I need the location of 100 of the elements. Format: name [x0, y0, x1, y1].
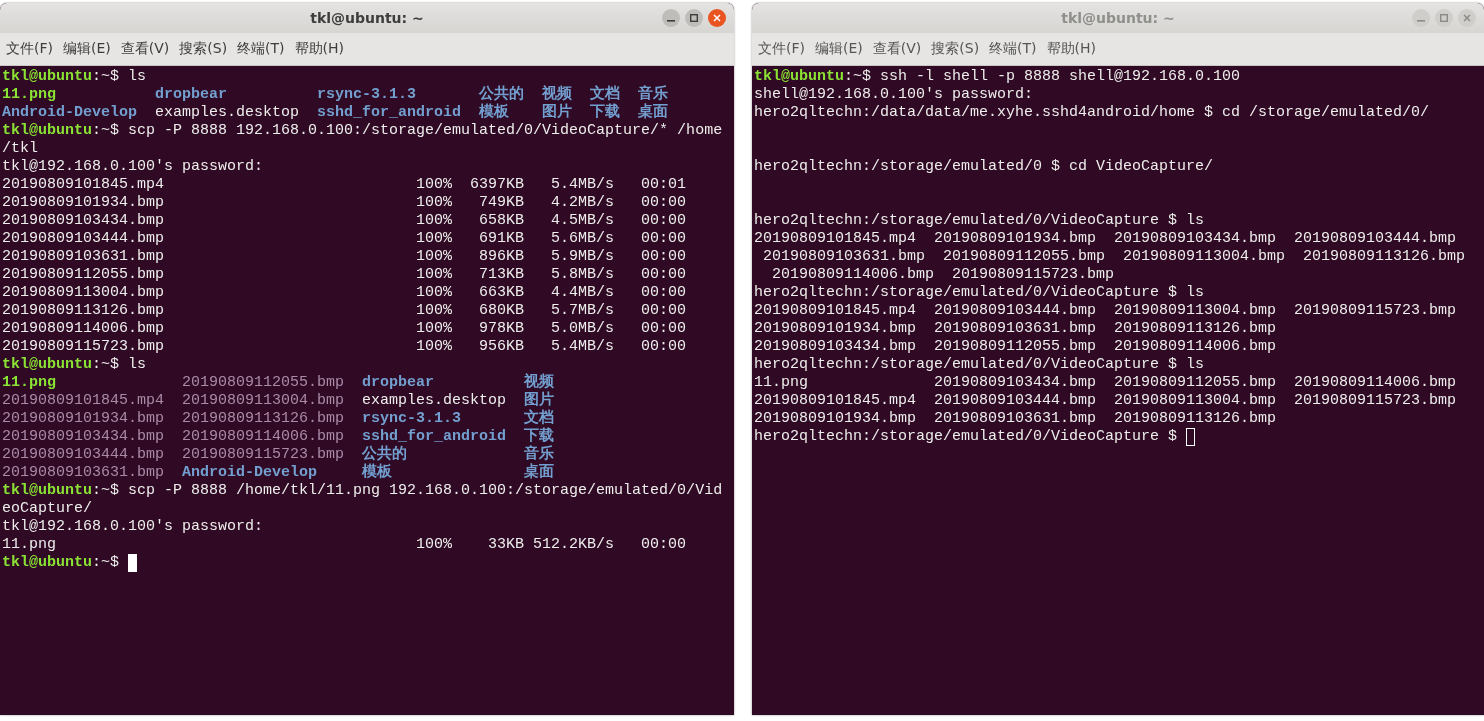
transfer-percent: 100% [416, 212, 453, 230]
directory-name: 图片 [542, 104, 573, 122]
directory-name: dropbear [155, 86, 229, 104]
directory-name: Android-Develop [182, 464, 319, 482]
transfer-size: 691KB [478, 230, 525, 248]
menu-item[interactable]: 终端(T) [237, 38, 285, 60]
file-name: 20190809113126.bmp [2, 302, 166, 320]
transfer-percent: 100% [416, 230, 453, 248]
directory-name: 文档 [524, 410, 555, 427]
file-name: 20190809101845.mp4 [2, 392, 165, 410]
close-icon [713, 14, 721, 22]
transfer-rate: 5.8MB/s [550, 266, 615, 284]
prompt-line: tkl@ubuntu:~$ ls [2, 68, 148, 86]
output-line: shell@192.168.0.100's password: [754, 86, 1034, 103]
directory-name: rsync-3.1.3 [362, 410, 463, 428]
output-line: 20190809101845.mp4 20190809103444.bmp 20190809113004.bmp 20190809115723.bmp [754, 302, 1457, 319]
file-name: 20190809114006.bmp [2, 320, 166, 338]
file-name: 20190809103434.bmp [2, 212, 166, 230]
transfer-time: 00:00 [640, 320, 687, 338]
menu-item[interactable]: 查看(V) [120, 38, 170, 60]
transfer-rate: 4.2MB/s [550, 194, 615, 212]
file-name: 20190809113004.bmp [182, 392, 345, 410]
directory-name: 音乐 [638, 86, 669, 103]
transfer-rate: 5.6MB/s [550, 230, 615, 248]
directory-name: 文档 [590, 86, 621, 103]
output-line: tkl@192.168.0.100's password: [2, 158, 264, 175]
file-name: 20190809103434.bmp [2, 428, 165, 446]
transfer-rate: 4.5MB/s [550, 212, 615, 230]
file-name: 20190809112055.bmp [2, 266, 166, 284]
prompt-line: tkl@ubuntu:~$ ssh -l shell -p 8888 shell@192.168.0.100 [754, 68, 1242, 86]
output-line: 20190809101845.mp4 20190809101934.bmp 20190809103434.bmp 20190809103444.bmp [754, 230, 1457, 247]
menu-item[interactable]: 文件(F) [6, 38, 53, 60]
window-title: tkl@ubuntu: ~ [310, 10, 424, 26]
transfer-size: 749KB [478, 194, 525, 212]
prompt-line: tkl@ubuntu:~$ scp -P 8888 192.168.0.100:/storage/emulated/0/VideoCapture/* /home [2, 122, 724, 140]
directory-name: sshd_for_android [362, 428, 507, 445]
directory-name: dropbear [362, 374, 436, 392]
close-icon [1463, 14, 1471, 22]
directory-name: 公共的 [362, 446, 409, 463]
transfer-percent: 100% [416, 284, 453, 302]
file-name: 20190809101845.mp4 [2, 176, 166, 194]
transfer-percent: 100% [416, 248, 453, 266]
close-button[interactable] [708, 9, 726, 27]
file-name: 20190809115723.bmp [2, 338, 166, 356]
directory-name: rsync-3.1.3 [317, 86, 418, 104]
directory-name: 视频 [542, 86, 573, 103]
prompt-line: tkl@ubuntu:~$ scp -P 8888 /home/tkl/11.png 192.168.0.100:/storage/emulated/0/Vid [2, 482, 724, 500]
transfer-rate: 4.4MB/s [550, 284, 615, 302]
transfer-time: 00:00 [640, 338, 687, 356]
transfer-rate: 5.9MB/s [550, 248, 615, 266]
menu-item[interactable]: 帮助(H) [294, 38, 345, 60]
transfer-rate: 5.4MB/s [550, 176, 615, 194]
maximize-button[interactable] [685, 9, 703, 27]
output-line: 11.png 20190809103434.bmp 20190809112055.bmp 20190809114006.bmp [754, 374, 1457, 391]
file-name: 20190809115723.bmp [182, 446, 345, 464]
transfer-percent: 100% [416, 338, 453, 356]
transfer-time: 00:00 [640, 248, 687, 266]
transfer-time: 00:00 [640, 212, 687, 230]
prompt-line: tkl@ubuntu:~$ ls [2, 356, 148, 374]
transfer-percent: 100% [416, 194, 453, 212]
output-line: /tkl [2, 140, 38, 157]
file-name: 20190809103444.bmp [2, 446, 165, 464]
transfer-percent: 100% [416, 536, 453, 554]
file-name: 20190809113126.bmp [182, 410, 345, 428]
file-name: 20190809103631.bmp [2, 464, 165, 482]
output-line: 20190809101934.bmp 20190809103631.bmp 20190809113126.bmp [754, 320, 1277, 337]
directory-name: 桌面 [524, 464, 555, 482]
transfer-size: 658KB [478, 212, 525, 230]
file-name: 11.png [2, 536, 57, 554]
transfer-time: 00:00 [640, 284, 687, 302]
directory-name: 模板 [479, 104, 511, 122]
transfer-size: 680KB [478, 302, 525, 320]
directory-name: 下载 [524, 428, 555, 445]
output-line: 20190809101845.mp4 20190809103444.bmp 20190809113004.bmp 20190809115723.bmp [754, 392, 1457, 409]
menu-item[interactable]: 搜索(S) [179, 38, 228, 60]
transfer-rate: 5.0MB/s [550, 320, 615, 338]
transfer-time: 00:00 [640, 266, 687, 284]
window-title: tkl@ubuntu: ~ [1061, 10, 1175, 26]
transfer-time: 00:01 [640, 176, 687, 194]
output-line: hero2qltechn:/storage/emulated/0/VideoCapture $ ls [754, 284, 1205, 301]
menu-item[interactable]: 编辑(E) [63, 38, 111, 60]
transfer-percent: 100% [416, 266, 453, 284]
transfer-time: 00:00 [640, 230, 687, 248]
output-line: tkl@192.168.0.100's password: [2, 518, 264, 535]
file-name: examples.desktop [362, 392, 507, 410]
file-name: 20190809101934.bmp [2, 410, 165, 428]
transfer-time: 00:00 [640, 536, 687, 554]
minimize-button[interactable] [662, 9, 680, 27]
maximize-icon [690, 14, 698, 22]
output-line: hero2qltechn:/data/data/me.xyhe.sshd4android/home $ cd /storage/emulated/0/ [754, 104, 1430, 121]
transfer-size: 663KB [478, 284, 525, 302]
file-name: 20190809113004.bmp [2, 284, 166, 302]
output-line: 20190809114006.bmp 20190809115723.bmp [771, 266, 1115, 283]
transfer-time: 00:00 [640, 194, 687, 212]
file-name: 20190809112055.bmp [182, 374, 345, 392]
directory-name: 桌面 [638, 104, 669, 122]
maximize-icon [1440, 14, 1448, 22]
directory-name: 音乐 [524, 446, 555, 463]
directory-name: 图片 [524, 392, 555, 409]
transfer-time: 00:00 [640, 302, 687, 320]
